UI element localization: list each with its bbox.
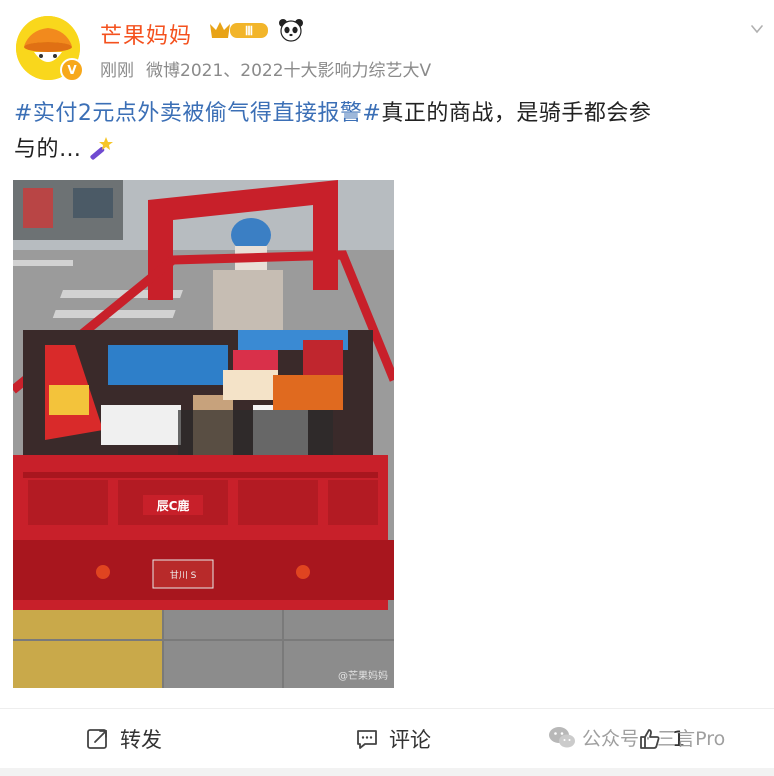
verified-v-icon: V (60, 58, 84, 82)
post-meta: 刚刚 微博2021、2022十大影响力综艺大V (100, 56, 431, 81)
bottom-strip (0, 768, 774, 776)
wechat-watermark-text: 公众号 · 三言Pro (582, 728, 726, 750)
image-watermark: @芒果妈妈 (338, 671, 388, 682)
rank-badge-label: Ⅲ (245, 24, 253, 38)
action-bar-divider (0, 708, 774, 709)
vehicle-brand-label: 辰C鹿 (157, 498, 190, 513)
repost-label: 转发 (120, 728, 162, 752)
rank-badge-icon[interactable]: Ⅲ (208, 18, 270, 42)
post-time: 刚刚 (100, 61, 134, 81)
post-body-line1: 真正的商战，是骑手都会参 (381, 101, 652, 126)
post-image[interactable]: 辰C鹿 甘川 S @芒果妈妈 (13, 180, 394, 688)
hashtag-link[interactable]: #实付2元点外卖被偷气得直接报警# (14, 101, 381, 126)
wand-emoji-icon (89, 137, 113, 160)
chevron-down-icon[interactable] (750, 22, 764, 36)
panda-icon (279, 19, 303, 42)
comment-button[interactable]: 评论 (355, 724, 431, 754)
post-body-line2: 与的… (14, 137, 82, 162)
repost-button[interactable]: 转发 (86, 724, 162, 754)
author-name[interactable]: 芒果妈妈 (100, 18, 192, 50)
repost-icon (87, 729, 107, 749)
comment-label: 评论 (389, 728, 431, 752)
post-source: 微博2021、2022十大影响力综艺大V (146, 61, 432, 81)
comment-icon (357, 730, 377, 749)
wechat-icon (549, 726, 575, 747)
tricycle-photo: 辰C鹿 甘川 S (13, 180, 394, 688)
post-text: #实付2元点外卖被偷气得直接报警#真正的商战，是骑手都会参 与的… (14, 96, 764, 168)
avatar[interactable]: V (16, 16, 84, 82)
plate-label: 甘川 S (170, 569, 197, 581)
wechat-watermark: 公众号 · 三言Pro (548, 724, 725, 751)
